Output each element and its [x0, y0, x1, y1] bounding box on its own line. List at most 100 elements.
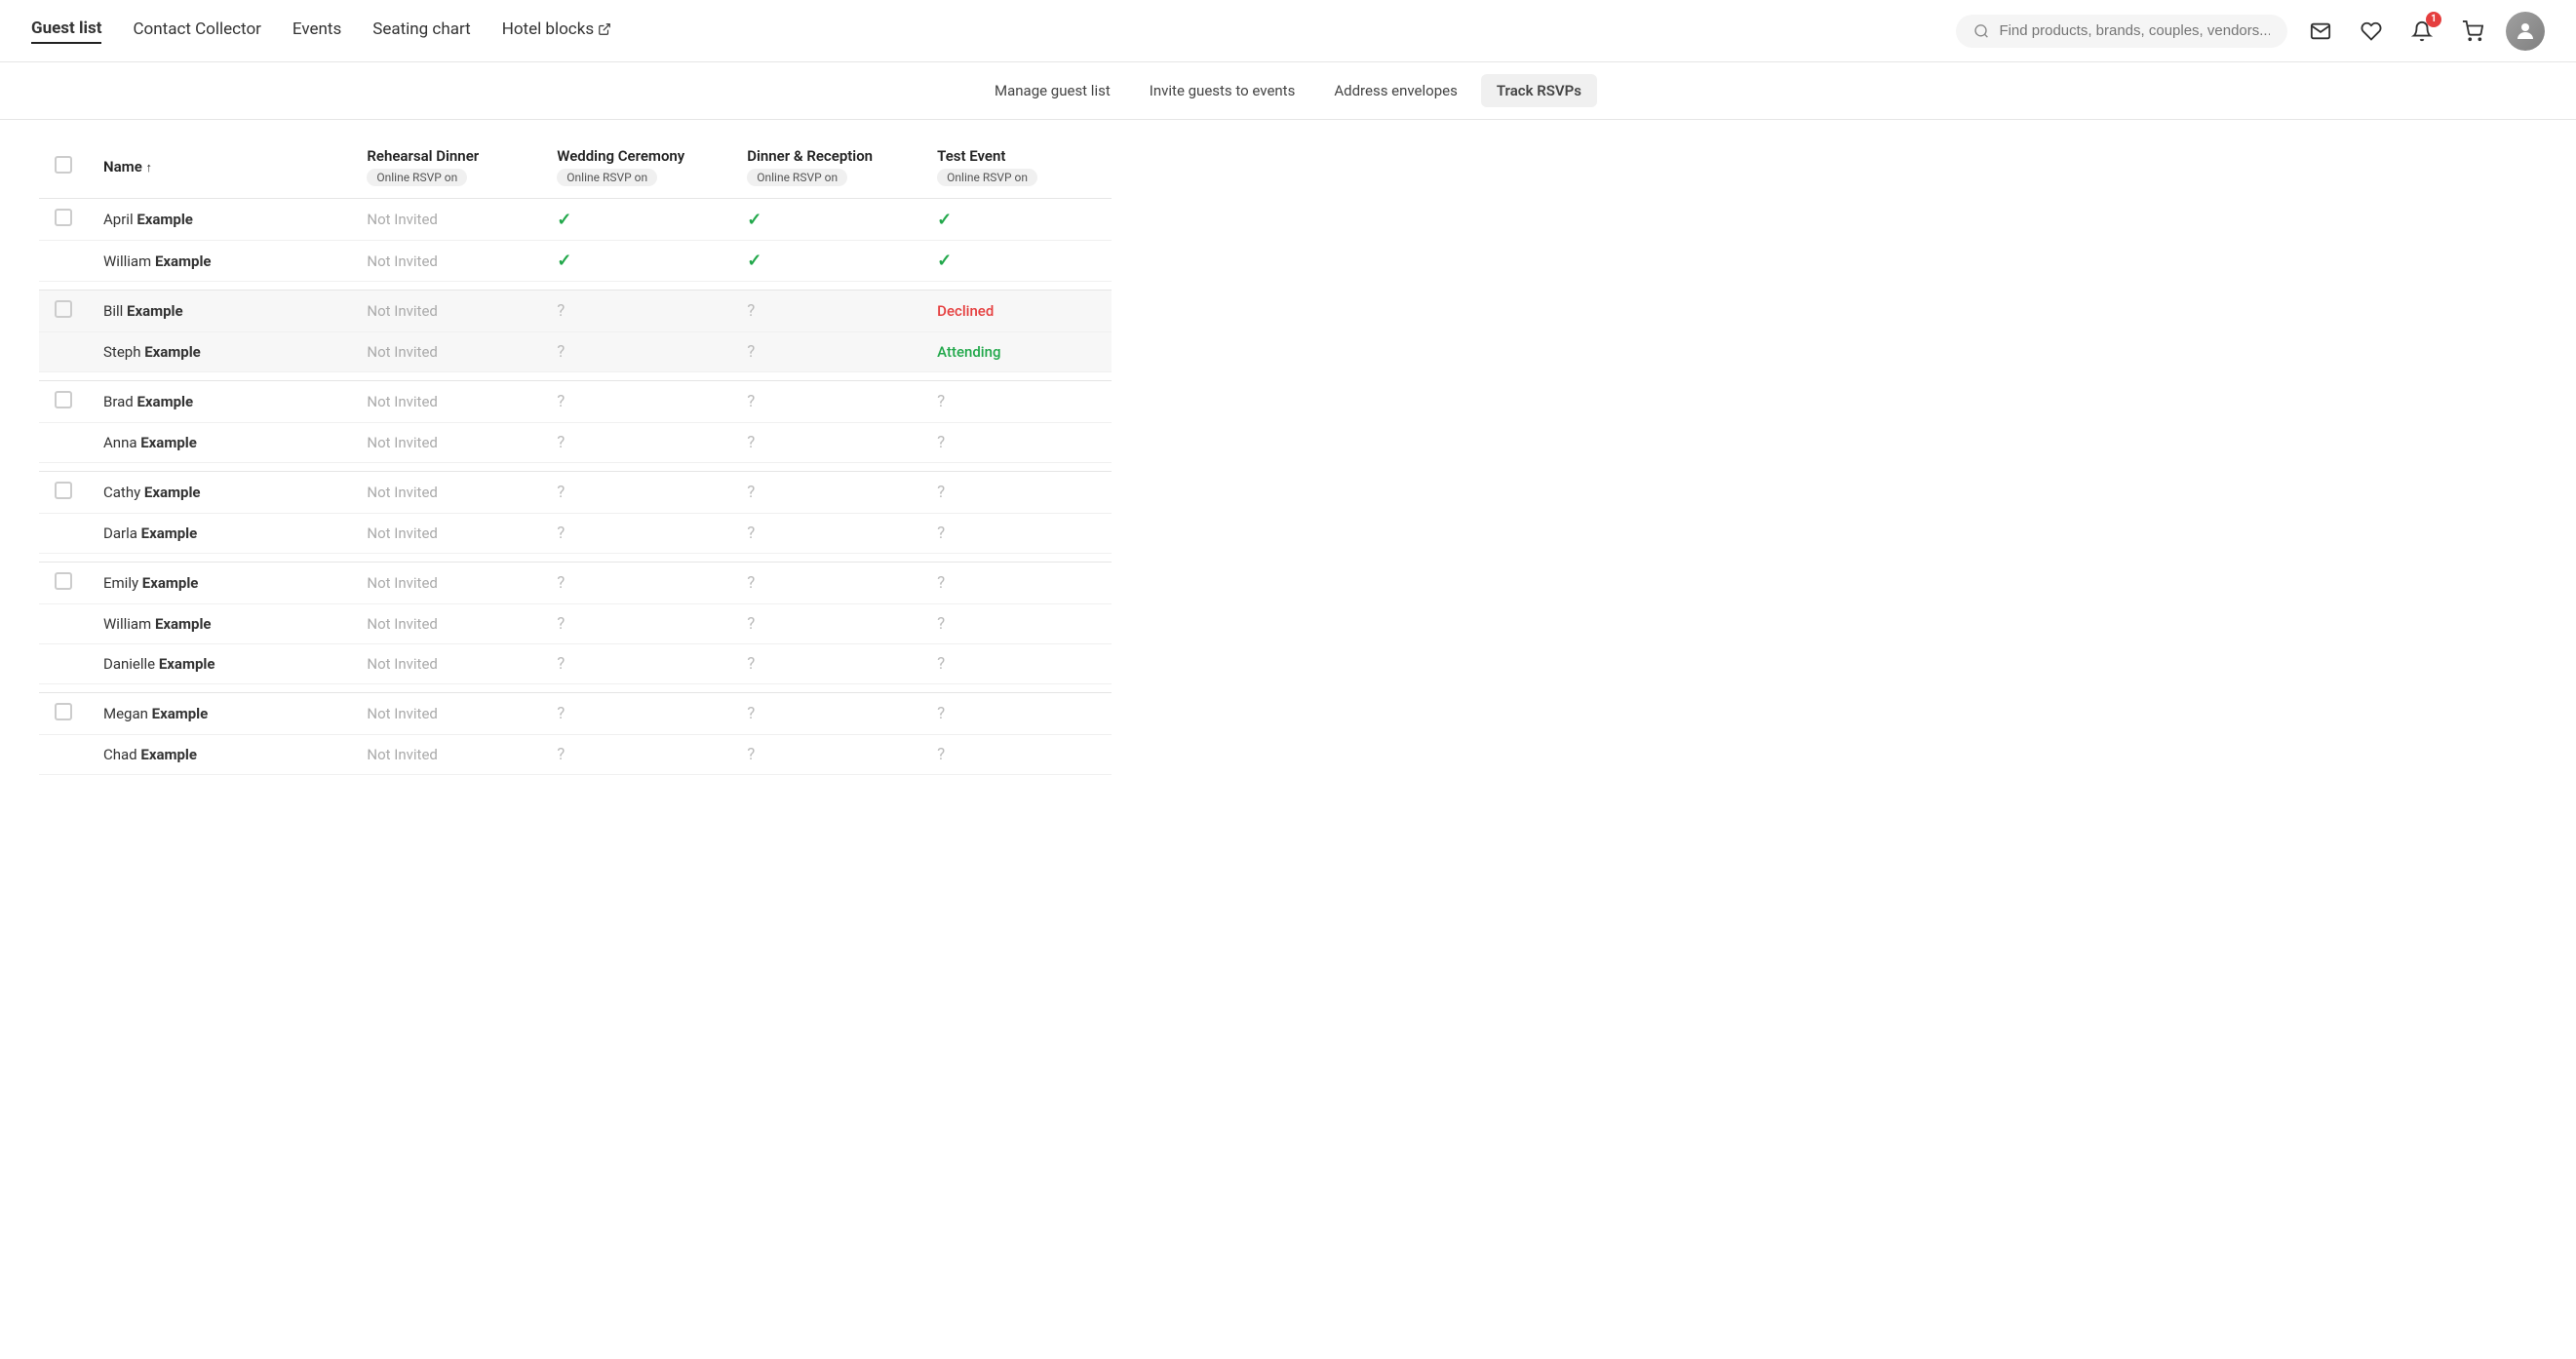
guest-name[interactable]: Anna Example [88, 423, 351, 463]
event-status: ? [921, 563, 1112, 604]
event-status: ? [541, 472, 731, 514]
event-status: Not Invited [351, 693, 541, 735]
cart-icon [2462, 20, 2483, 42]
row-checkbox[interactable] [55, 209, 72, 226]
ceremony-badge: Online RSVP on [557, 169, 657, 186]
first-name: Steph [103, 343, 144, 361]
event-status: Not Invited [351, 332, 541, 372]
table-header: Name ↑ Rehearsal Dinner Online RSVP on W… [39, 136, 1112, 199]
event-status: ✓ [921, 241, 1112, 282]
search-bar[interactable] [1956, 15, 2287, 48]
first-name: William [103, 252, 155, 270]
event-status: ? [731, 735, 921, 775]
search-icon [1973, 22, 1989, 40]
mail-button[interactable] [2303, 14, 2338, 49]
first-name: William [103, 615, 155, 633]
last-name: Example [144, 343, 201, 361]
search-input[interactable] [1999, 22, 2270, 39]
event-status: ? [541, 644, 731, 684]
sub-nav-manage[interactable]: Manage guest list [979, 74, 1126, 107]
nav-contact-collector[interactable]: Contact Collector [133, 19, 260, 43]
guest-name[interactable]: Chad Example [88, 735, 351, 775]
row-checkbox[interactable] [55, 482, 72, 499]
table-body: April ExampleNot Invited✓✓✓William Examp… [39, 199, 1112, 775]
table-row: Brad ExampleNot Invited??? [39, 381, 1112, 423]
guest-name[interactable]: William Example [88, 604, 351, 644]
event-status: ? [731, 693, 921, 735]
table-container: Name ↑ Rehearsal Dinner Online RSVP on W… [0, 136, 2576, 775]
last-name: Example [155, 252, 212, 270]
guest-name[interactable]: April Example [88, 199, 351, 241]
event-status: ? [541, 381, 731, 423]
header-name[interactable]: Name ↑ [88, 136, 351, 199]
event-status: Not Invited [351, 199, 541, 241]
event-status: ? [921, 735, 1112, 775]
last-name: Example [137, 393, 193, 410]
table-row: Danielle ExampleNot Invited??? [39, 644, 1112, 684]
last-name: Example [152, 705, 209, 722]
guest-name[interactable]: Steph Example [88, 332, 351, 372]
nav-hotel-blocks[interactable]: Hotel blocks [502, 19, 611, 43]
row-checkbox[interactable] [55, 572, 72, 590]
nav-events[interactable]: Events [293, 19, 341, 43]
first-name: Bill [103, 302, 127, 320]
guest-name[interactable]: Darla Example [88, 514, 351, 554]
first-name: Anna [103, 434, 140, 451]
header-rehearsal: Rehearsal Dinner Online RSVP on [351, 136, 541, 199]
last-name: Example [137, 211, 193, 228]
reception-badge: Online RSVP on [747, 169, 847, 186]
event-status: Not Invited [351, 423, 541, 463]
table-row: William ExampleNot Invited??? [39, 604, 1112, 644]
notifications-button[interactable]: 1 [2404, 14, 2439, 49]
row-checkbox[interactable] [55, 703, 72, 720]
table-row: Chad ExampleNot Invited??? [39, 735, 1112, 775]
event-status: ? [731, 332, 921, 372]
sub-nav-track[interactable]: Track RSVPs [1481, 74, 1597, 107]
event-status: Not Invited [351, 291, 541, 332]
event-status: ? [541, 693, 731, 735]
event-status: ? [731, 563, 921, 604]
favorites-button[interactable] [2354, 14, 2389, 49]
event-status: ? [921, 514, 1112, 554]
last-name: Example [141, 524, 198, 542]
name-sort-label[interactable]: Name ↑ [103, 158, 152, 175]
event-status: ✓ [731, 241, 921, 282]
guest-name[interactable]: Megan Example [88, 693, 351, 735]
event-status: ? [921, 693, 1112, 735]
row-checkbox[interactable] [55, 391, 72, 408]
event-status: ? [921, 423, 1112, 463]
guest-name[interactable]: Danielle Example [88, 644, 351, 684]
guest-name[interactable]: Emily Example [88, 563, 351, 604]
row-checkbox[interactable] [55, 300, 72, 318]
table-row: Cathy ExampleNot Invited??? [39, 472, 1112, 514]
event-status: Not Invited [351, 472, 541, 514]
guest-name[interactable]: Bill Example [88, 291, 351, 332]
sub-nav-address[interactable]: Address envelopes [1318, 74, 1473, 107]
sub-nav-invite[interactable]: Invite guests to events [1134, 74, 1311, 107]
nav-guest-list[interactable]: Guest list [31, 19, 101, 44]
avatar-placeholder [2506, 12, 2545, 51]
last-name: Example [155, 615, 212, 633]
header-ceremony: Wedding Ceremony Online RSVP on [541, 136, 731, 199]
notification-count: 1 [2426, 12, 2441, 27]
guest-name[interactable]: William Example [88, 241, 351, 282]
first-name: April [103, 211, 137, 228]
first-name: Brad [103, 393, 137, 410]
event-status: Not Invited [351, 644, 541, 684]
guest-name[interactable]: Cathy Example [88, 472, 351, 514]
nav-seating-chart[interactable]: Seating chart [372, 19, 470, 43]
first-name: Emily [103, 574, 142, 592]
sub-nav: Manage guest list Invite guests to event… [0, 62, 2576, 120]
first-name: Megan [103, 705, 152, 722]
event-status: ? [731, 514, 921, 554]
guest-table: Name ↑ Rehearsal Dinner Online RSVP on W… [39, 136, 1112, 775]
select-all-checkbox[interactable] [55, 156, 72, 174]
event-status: ✓ [541, 241, 731, 282]
table-row: April ExampleNot Invited✓✓✓ [39, 199, 1112, 241]
cart-button[interactable] [2455, 14, 2490, 49]
guest-name[interactable]: Brad Example [88, 381, 351, 423]
user-avatar[interactable] [2506, 12, 2545, 51]
table-row: Bill ExampleNot Invited??Declined [39, 291, 1112, 332]
event-status: ? [921, 381, 1112, 423]
event-status: ? [541, 563, 731, 604]
